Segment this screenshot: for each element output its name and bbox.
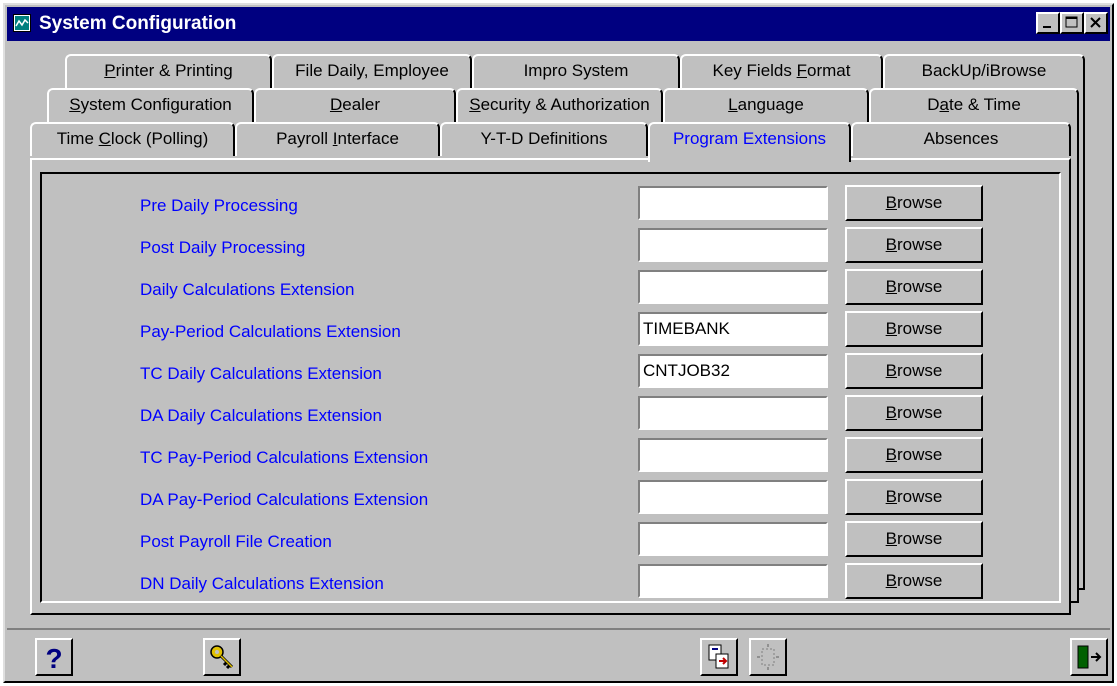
tab-file-daily-employee[interactable]: File Daily, Employee (272, 54, 472, 88)
label-tc-pay-period-calculations: TC Pay-Period Calculations Extension (140, 448, 429, 467)
extensions-group: Pre Daily Processing Browse Post Daily P… (40, 172, 1061, 603)
tab-ytd-definitions[interactable]: Y-T-D Definitions (440, 122, 648, 156)
label-daily-calculations: Daily Calculations Extension (140, 280, 355, 299)
tab-printer-printing[interactable]: Printer & Printing (65, 54, 272, 88)
browse-button-pre-daily[interactable]: Browse (845, 185, 983, 221)
browse-button-post-payroll[interactable]: Browse (845, 521, 983, 557)
tab-impro-system[interactable]: Impro System (472, 54, 680, 88)
tc-daily-calculations-field[interactable]: CNTJOB32 (638, 354, 828, 388)
browse-button-pay-period[interactable]: Browse (845, 311, 983, 347)
tab-language[interactable]: Language (663, 88, 869, 122)
tab-system-configuration[interactable]: System Configuration (47, 88, 254, 122)
tab-date-time[interactable]: Date & Time (869, 88, 1079, 122)
da-pay-period-calculations-field[interactable] (638, 480, 828, 514)
tab-absences[interactable]: Absences (851, 122, 1071, 156)
pay-period-calculations-field[interactable]: TIMEBANK (638, 312, 828, 346)
exit-button[interactable] (1070, 638, 1108, 676)
tab-time-clock-polling[interactable]: Time Clock (Polling) (30, 122, 235, 156)
browse-button-da-daily[interactable]: Browse (845, 395, 983, 431)
app-icon[interactable] (13, 14, 31, 32)
window-title: System Configuration (39, 13, 237, 34)
tab-backup-ibrowse[interactable]: BackUp/iBrowse (883, 54, 1085, 88)
help-button[interactable]: ? (35, 638, 73, 676)
label-post-daily-processing: Post Daily Processing (140, 238, 306, 257)
minimize-button[interactable] (1036, 12, 1060, 34)
program-extensions-panel: Pre Daily Processing Browse Post Daily P… (30, 158, 1071, 615)
title-bar[interactable]: System Configuration (7, 7, 1110, 41)
tab-dealer[interactable]: Dealer (254, 88, 456, 122)
label-da-pay-period-calculations: DA Pay-Period Calculations Extension (140, 490, 429, 509)
da-daily-calculations-field[interactable] (638, 396, 828, 430)
key-button[interactable] (203, 638, 241, 676)
close-button[interactable] (1084, 12, 1108, 34)
svg-text:?: ? (45, 643, 62, 671)
daily-calculations-field[interactable] (638, 270, 828, 304)
label-post-payroll-file-creation: Post Payroll File Creation (140, 532, 332, 551)
browse-button-tc-pay-period[interactable]: Browse (845, 437, 983, 473)
dn-daily-calculations-field[interactable] (638, 564, 828, 598)
browse-button-daily-calculations[interactable]: Browse (845, 269, 983, 305)
browse-button-post-daily[interactable]: Browse (845, 227, 983, 263)
browse-button-tc-daily[interactable]: Browse (845, 353, 983, 389)
pre-daily-processing-field[interactable] (638, 186, 828, 220)
browse-button-da-pay-period[interactable]: Browse (845, 479, 983, 515)
tab-program-extensions[interactable]: Program Extensions (648, 122, 851, 162)
copy-to-button[interactable] (700, 638, 738, 676)
maximize-button[interactable] (1060, 12, 1084, 34)
system-configuration-window: System Configuration Printer & Printing … (3, 3, 1114, 683)
tab-key-fields-format[interactable]: Key Fields Format (680, 54, 883, 88)
browse-button-dn-daily[interactable]: Browse (845, 563, 983, 599)
tc-pay-period-calculations-field[interactable] (638, 438, 828, 472)
label-tc-daily-calculations: TC Daily Calculations Extension (140, 364, 382, 383)
tab-payroll-interface[interactable]: Payroll Interface (235, 122, 440, 156)
post-payroll-file-creation-field[interactable] (638, 522, 828, 556)
label-dn-daily-calculations: DN Daily Calculations Extension (140, 574, 384, 593)
tab-security-authorization[interactable]: Security & Authorization (456, 88, 663, 122)
label-pre-daily-processing: Pre Daily Processing (140, 196, 298, 215)
label-pay-period-calculations: Pay-Period Calculations Extension (140, 322, 401, 341)
disabled-action-button[interactable] (749, 638, 787, 676)
bottom-toolbar: ? (7, 628, 1110, 680)
label-da-daily-calculations: DA Daily Calculations Extension (140, 406, 382, 425)
post-daily-processing-field[interactable] (638, 228, 828, 262)
